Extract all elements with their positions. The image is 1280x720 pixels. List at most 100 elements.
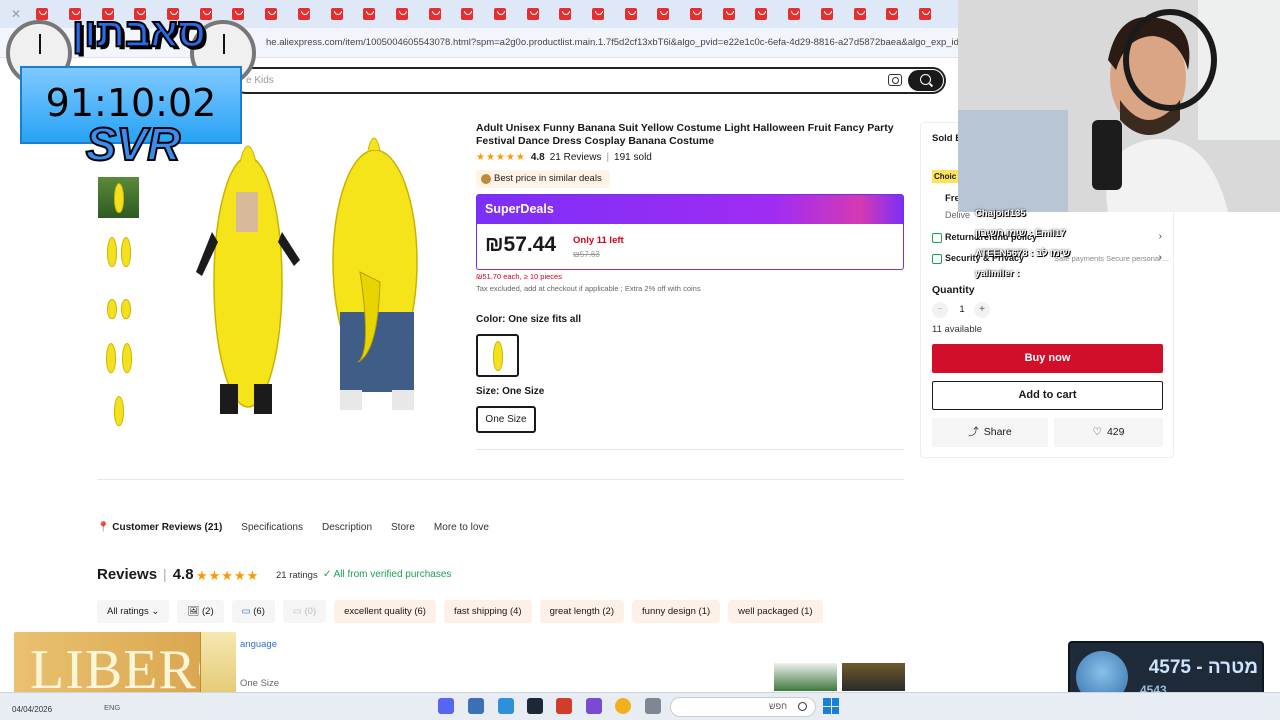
rating-value: 4.8 <box>530 152 545 163</box>
product-thumbnail[interactable] <box>98 390 139 431</box>
filter-disabled[interactable]: ▭ (0) <box>282 600 327 623</box>
aliexpress-tab-icon[interactable] <box>386 8 419 20</box>
original-price: ₪57.63 <box>573 250 600 259</box>
filter-all-ratings[interactable]: All ratings ⌄ <box>97 600 170 623</box>
aliexpress-tab-icon[interactable] <box>549 8 582 20</box>
aliexpress-tab-icon[interactable] <box>778 8 811 20</box>
product-thumbnail[interactable] <box>98 231 139 272</box>
obs-icon[interactable] <box>586 698 602 714</box>
webcam-feed <box>958 0 1280 212</box>
superdeals-box: SuperDeals ₪57.44 Only 11 left ₪57.63 <box>476 194 904 270</box>
product-thumbnail[interactable] <box>98 288 139 329</box>
filter-local[interactable]: ▭ (6) <box>231 600 275 623</box>
chrome-icon[interactable] <box>615 698 631 714</box>
aliexpress-tab-icon[interactable] <box>843 8 876 20</box>
search-bar[interactable]: e Kids <box>232 67 946 94</box>
app-icon[interactable] <box>556 698 572 714</box>
url-text[interactable]: he.aliexpress.com/item/1005004605543078.… <box>266 37 958 48</box>
aliexpress-tab-icon[interactable] <box>614 8 647 20</box>
aliexpress-tab-icon[interactable] <box>418 8 451 20</box>
aliexpress-tab-icon[interactable] <box>484 8 517 20</box>
taskbar-search[interactable]: חפש <box>670 697 816 717</box>
review-filters: All ratings ⌄ 🖼 (2) ▭ (6) ▭ (0) excellen… <box>97 600 823 623</box>
review-size-note: One Size <box>240 678 280 689</box>
reviews-link[interactable]: 21 Reviews <box>550 152 602 163</box>
superdeals-label: SuperDeals <box>477 195 903 224</box>
steam-icon[interactable] <box>527 698 543 714</box>
quantity-increase-button[interactable]: + <box>974 302 990 318</box>
aliexpress-tab-icon[interactable] <box>320 8 353 20</box>
color-option[interactable] <box>476 334 519 377</box>
share-button[interactable]: ⤴ Share <box>932 418 1048 447</box>
divider: | <box>606 152 610 163</box>
aliexpress-tab-icon[interactable] <box>680 8 713 20</box>
aliexpress-tab-icon[interactable] <box>255 8 288 20</box>
chat-message: ATEEN5678 : שימו לב <box>975 248 1071 259</box>
chevron-right-icon: › <box>1158 231 1162 242</box>
language-indicator[interactable]: ENG <box>104 703 120 712</box>
filter-photos[interactable]: 🖼 (2) <box>177 600 224 623</box>
tab-more-to-love[interactable]: More to love <box>434 522 489 533</box>
taskbar: 04/04/2026 ENG חפש <box>0 692 1280 720</box>
search-button[interactable] <box>908 70 943 91</box>
translate-language-link[interactable]: anguage <box>240 639 277 650</box>
aliexpress-tab-icon[interactable] <box>909 8 942 20</box>
windows-start-icon[interactable] <box>823 698 839 714</box>
bulk-price: ₪51.70 each, ≥ 10 pieces <box>476 272 562 281</box>
product-title: Adult Unisex Funny Banana Suit Yellow Co… <box>476 122 894 147</box>
notepad-icon[interactable] <box>498 698 514 714</box>
filter-tag[interactable]: great length (2) <box>539 600 625 623</box>
filter-tag[interactable]: funny design (1) <box>632 600 721 623</box>
ratings-count: 21 ratings <box>276 570 318 581</box>
rating-stars: ★★★★★ <box>476 152 526 163</box>
calculator-icon[interactable] <box>468 698 484 714</box>
divider <box>97 479 904 480</box>
share-icon: ⤴ <box>968 426 979 438</box>
filter-tag[interactable]: fast shipping (4) <box>443 600 532 623</box>
aliexpress-tab-icon[interactable] <box>811 8 844 20</box>
aliexpress-tab-icon[interactable] <box>712 8 745 20</box>
verified-purchases: ✓ All from verified purchases <box>323 569 452 580</box>
rating-row[interactable]: ★★★★★ 4.8 21 Reviews | 191 sold <box>476 152 652 163</box>
add-to-cart-button[interactable]: Add to cart <box>932 381 1163 410</box>
price: ₪57.44 <box>485 233 557 256</box>
tab-description[interactable]: Description <box>322 522 372 533</box>
discord-icon[interactable] <box>438 698 454 714</box>
product-thumbnail[interactable] <box>98 177 139 218</box>
flag-icon: ▭ <box>241 606 251 617</box>
quantity-value[interactable]: 1 <box>958 304 966 315</box>
aliexpress-tab-icon[interactable] <box>288 8 321 20</box>
filter-tag[interactable]: excellent quality (6) <box>334 600 436 623</box>
product-main-image[interactable] <box>190 122 440 422</box>
product-thumbnail[interactable] <box>98 337 139 378</box>
search-input[interactable]: e Kids <box>246 75 274 86</box>
review-photo[interactable] <box>774 663 837 691</box>
aliexpress-tab-icon[interactable] <box>582 8 615 20</box>
review-photo[interactable] <box>842 663 905 691</box>
wishlist-button[interactable]: ♡ 429 <box>1054 418 1163 447</box>
choice-badge: Choic <box>932 170 958 183</box>
tab-store[interactable]: Store <box>391 522 415 533</box>
aliexpress-tab-icon[interactable] <box>353 8 386 20</box>
size-option[interactable]: One Size <box>476 406 536 433</box>
tab-specifications[interactable]: Specifications <box>241 522 303 533</box>
aliexpress-tab-icon[interactable] <box>876 8 909 20</box>
stream-tag: SVR <box>85 117 182 171</box>
filter-tag[interactable]: well packaged (1) <box>728 600 823 623</box>
aliexpress-tab-icon[interactable] <box>516 8 549 20</box>
buy-now-button[interactable]: Buy now <box>932 344 1163 373</box>
quantity-decrease-button[interactable]: − <box>932 302 948 318</box>
taskbar-date: 04/04/2026 <box>12 705 53 714</box>
stream-chat: Chajoid135 שימו חשיבון : Emil17 ATEEN567… <box>975 208 1145 288</box>
camera-icon[interactable] <box>888 74 902 86</box>
available-count: 11 available <box>932 324 983 335</box>
file-explorer-icon[interactable] <box>645 698 661 714</box>
aliexpress-tab-icon[interactable] <box>647 8 680 20</box>
close-tab-icon[interactable]: ✕ <box>6 7 26 21</box>
best-price-badge: Best price in similar deals <box>476 170 610 188</box>
aliexpress-tab-icon[interactable] <box>745 8 778 20</box>
reviews-stars: ★★★★★ <box>196 568 260 583</box>
aliexpress-tab-icon[interactable] <box>451 8 484 20</box>
tab-customer-reviews[interactable]: 📍 Customer Reviews (21) <box>97 522 222 533</box>
heart-icon: ♡ <box>1092 426 1102 438</box>
